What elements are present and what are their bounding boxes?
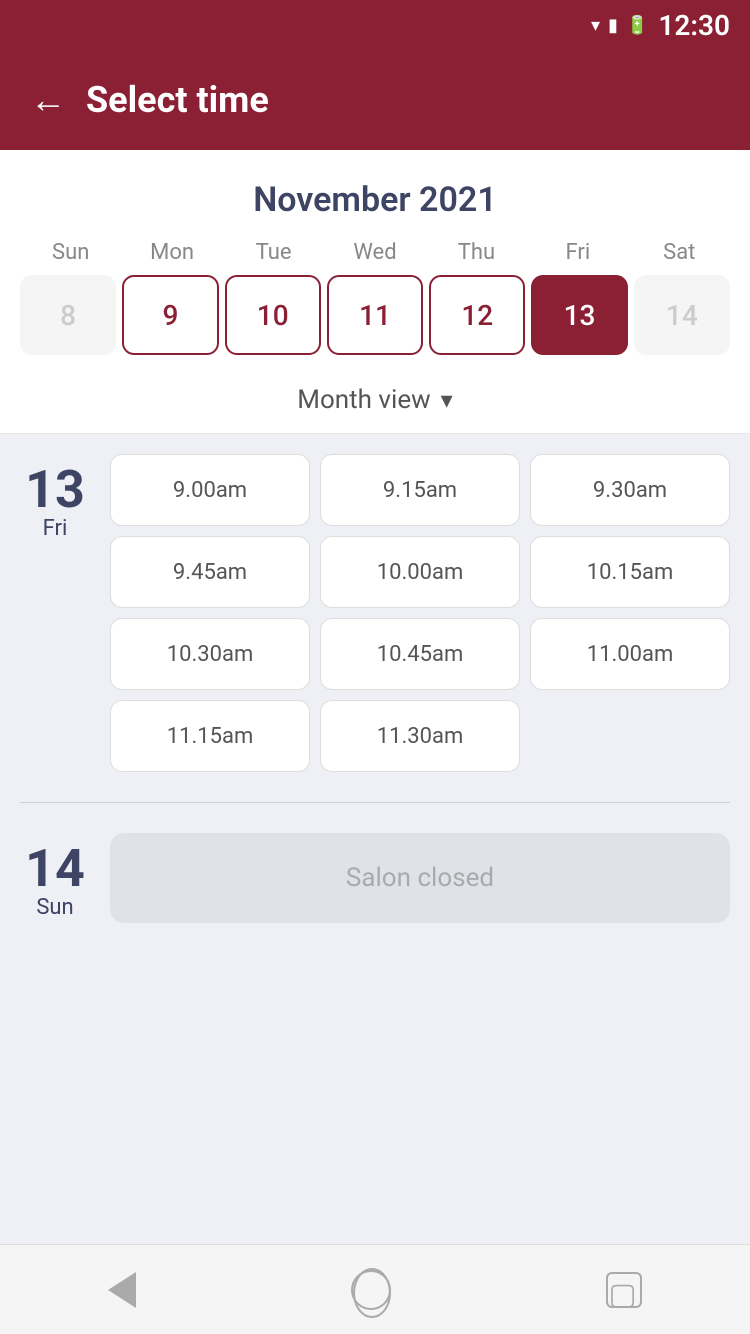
chevron-down-icon: ▾ — [441, 386, 453, 414]
day-13-label: 13 Fri — [20, 454, 90, 772]
slot-1130am[interactable]: 11.30am — [320, 700, 520, 772]
day-13-name: Fri — [43, 516, 68, 541]
day-cell-13[interactable]: 13 — [531, 275, 627, 355]
day-14-label: 14 Sun — [20, 833, 90, 923]
month-view-label: Month view — [297, 385, 430, 415]
day-14-name: Sun — [36, 895, 73, 920]
battery-icon: 🔋 — [626, 15, 648, 36]
day-cell-11[interactable]: 11 — [327, 275, 423, 355]
day-13-group: 13 Fri 9.00am 9.15am 9.30am 9.45am 10.00… — [20, 454, 730, 772]
slot-945am[interactable]: 9.45am — [110, 536, 310, 608]
page-title: Select time — [86, 79, 269, 121]
day-headers: Sun Mon Tue Wed Thu Fri Sat — [20, 240, 730, 265]
slots-section: 13 Fri 9.00am 9.15am 9.30am 9.45am 10.00… — [0, 434, 750, 1244]
day-14-group: 14 Sun Salon closed — [20, 833, 730, 923]
salon-closed-label: Salon closed — [110, 833, 730, 923]
day-13-number: 13 — [25, 464, 85, 516]
status-time: 12:30 — [658, 9, 730, 42]
slot-1030am[interactable]: 10.30am — [110, 618, 310, 690]
day-header-tue: Tue — [223, 240, 324, 265]
home-nav-button[interactable] — [351, 1270, 391, 1310]
day-header-sat: Sat — [629, 240, 730, 265]
day-cell-12[interactable]: 12 — [429, 275, 525, 355]
recents-nav-icon — [606, 1272, 642, 1308]
day-cell-10[interactable]: 10 — [225, 275, 321, 355]
bottom-nav — [0, 1244, 750, 1334]
slot-900am[interactable]: 9.00am — [110, 454, 310, 526]
day-header-mon: Mon — [121, 240, 222, 265]
status-icons: ▾ ▮ 🔋 — [591, 15, 648, 36]
day-13-slots: 9.00am 9.15am 9.30am 9.45am 10.00am 10.1… — [110, 454, 730, 772]
day-cells: 8 9 10 11 12 13 14 — [20, 275, 730, 370]
day-header-fri: Fri — [527, 240, 628, 265]
home-nav-icon — [351, 1270, 391, 1310]
day-header-wed: Wed — [324, 240, 425, 265]
slot-1000am[interactable]: 10.00am — [320, 536, 520, 608]
day-cell-8: 8 — [20, 275, 116, 355]
back-nav-button[interactable] — [108, 1272, 136, 1308]
back-button[interactable]: ← — [30, 79, 66, 121]
app-header: ← Select time — [0, 50, 750, 150]
recents-nav-button[interactable] — [606, 1272, 642, 1308]
day-14-number: 14 — [25, 843, 85, 895]
slot-1015am[interactable]: 10.15am — [530, 536, 730, 608]
day-cell-9[interactable]: 9 — [122, 275, 218, 355]
status-bar: ▾ ▮ 🔋 12:30 — [0, 0, 750, 50]
day-header-thu: Thu — [426, 240, 527, 265]
month-view-toggle[interactable]: Month view ▾ — [0, 370, 750, 434]
slot-1045am[interactable]: 10.45am — [320, 618, 520, 690]
back-nav-icon — [108, 1272, 136, 1308]
section-divider — [20, 802, 730, 803]
calendar-section: November 2021 Sun Mon Tue Wed Thu Fri Sa… — [0, 150, 750, 370]
wifi-icon: ▾ — [591, 15, 600, 36]
day-cell-14: 14 — [634, 275, 730, 355]
day-header-sun: Sun — [20, 240, 121, 265]
slot-1115am[interactable]: 11.15am — [110, 700, 310, 772]
slot-930am[interactable]: 9.30am — [530, 454, 730, 526]
signal-icon: ▮ — [608, 15, 618, 36]
month-year-title: November 2021 — [20, 170, 730, 240]
slot-915am[interactable]: 9.15am — [320, 454, 520, 526]
slot-1100am[interactable]: 11.00am — [530, 618, 730, 690]
